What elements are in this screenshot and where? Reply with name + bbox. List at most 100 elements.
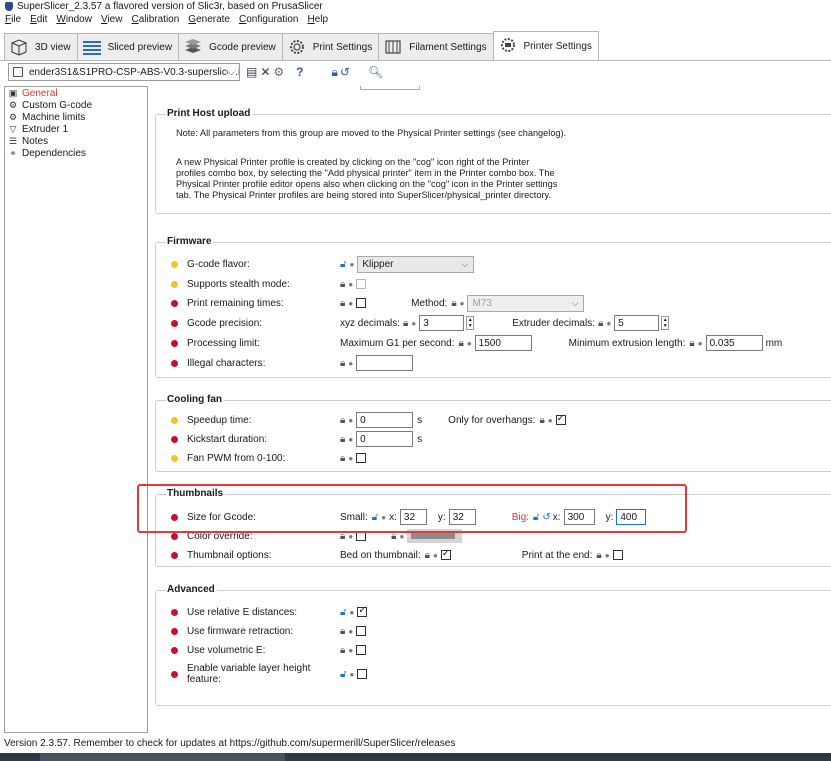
bullet-icon: ● (349, 669, 355, 679)
lock-icon[interactable]: 🔒︎ (425, 550, 430, 561)
menu-file[interactable]: File (5, 14, 21, 26)
lock-open-icon[interactable]: 🔓︎ (340, 259, 346, 270)
lock-icon[interactable]: 🔒︎ (598, 318, 603, 329)
color-swatch-fill (411, 533, 456, 539)
mode-dot-icon (171, 551, 178, 559)
tree-item-notes[interactable]: ☰ Notes (5, 135, 147, 147)
relative-e-checkbox[interactable] (357, 605, 368, 617)
taskbar-active-item[interactable] (40, 753, 285, 761)
lock-icon[interactable]: 🔒︎ (340, 358, 345, 369)
menu-configuration[interactable]: Configuration (239, 14, 299, 26)
tree-item-machine-limits[interactable]: ⚙ Machine limits (5, 111, 147, 123)
row-variable-layer-height: Enable variable layer height feature: 🔓︎… (171, 662, 370, 686)
bullet-icon: ● (411, 318, 417, 328)
lock-icon[interactable]: 🔒︎ (596, 550, 601, 561)
menu-calibration[interactable]: Calibration (131, 14, 179, 26)
print-at-end-checkbox[interactable] (612, 550, 623, 560)
method-select[interactable]: M73 ⌵ (467, 294, 585, 312)
illegal-characters-input[interactable] (356, 355, 414, 371)
menu-help[interactable]: Help (308, 14, 329, 26)
print-remaining-checkbox[interactable] (356, 298, 367, 308)
option-label-line1: Enable variable layer height (187, 663, 311, 674)
help-icon[interactable]: ? (296, 65, 303, 79)
undo-icon[interactable]: ↺ (340, 65, 350, 79)
tree-item-label: Machine limits (22, 111, 86, 123)
printer-preset-select[interactable]: ender3S1&S1PRO-CSP-ABS-V0.3-superslicer.… (8, 63, 240, 81)
window-title: SuperSlicer_2.3.57 a flavored version of… (17, 0, 323, 12)
speedup-time-input[interactable]: 0 (356, 412, 414, 428)
tree-item-general[interactable]: ▣ General (5, 87, 147, 99)
lock-icon[interactable]: 🔒︎ (403, 318, 408, 329)
settings-content: Print Host upload Note: All parameters f… (150, 86, 831, 733)
group-firmware: Firmware G-code flavor: 🔓︎ ● Klipper ⌵ S… (155, 236, 831, 378)
group-advanced: Advanced Use relative E distances: 🔓︎ ● … (155, 584, 831, 706)
lock-icon[interactable]: 🔒︎ (340, 453, 345, 464)
tree-item-extruder-1[interactable]: ▽ Extruder 1 (5, 123, 147, 135)
xyz-spinner[interactable]: ▲ ▼ (466, 316, 475, 330)
lock-open-icon[interactable]: 🔓︎ (340, 669, 346, 680)
lock-icon[interactable]: 🔒︎ (689, 338, 694, 349)
lock-icon[interactable]: 🔒︎ (340, 434, 345, 445)
bullet-icon: ● (348, 626, 354, 636)
tab-divider (0, 60, 831, 61)
group-title: Print Host upload (166, 108, 253, 119)
option-label: Speedup time: (187, 414, 252, 426)
delete-preset-icon[interactable]: ✕ (260, 65, 270, 79)
menu-window[interactable]: Window (56, 14, 92, 26)
menu-edit[interactable]: Edit (30, 14, 47, 26)
firmware-retraction-checkbox[interactable] (356, 626, 367, 636)
lock-icon[interactable]: 🔒︎ (539, 415, 544, 426)
tree-item-custom-gcode[interactable]: ⚙ Custom G-code (5, 99, 147, 111)
option-label: Kickstart duration: (187, 433, 268, 445)
save-preset-icon[interactable]: ▤ (246, 65, 257, 79)
overhangs-checkbox[interactable] (555, 413, 566, 425)
search-icon[interactable]: 🔍︎ (368, 65, 383, 79)
tab-printer-settings[interactable]: Printer Settings (492, 31, 599, 60)
stealth-mode-checkbox[interactable] (356, 279, 367, 289)
kickstart-duration-input[interactable]: 0 (356, 431, 414, 447)
lock-icon[interactable]: 🔒︎ (340, 626, 345, 637)
bed-on-thumbnail-checkbox[interactable] (440, 548, 451, 560)
tab-3d-view[interactable]: 3D view (4, 33, 78, 60)
mode-dot-icon (171, 532, 178, 540)
volumetric-e-checkbox[interactable] (356, 645, 367, 655)
tab-print-settings[interactable]: Print Settings (281, 33, 380, 60)
lock-icon[interactable]: 🔒︎ (451, 298, 456, 309)
max-g1-input[interactable]: 1500 (474, 335, 532, 351)
menu-generate[interactable]: Generate (188, 14, 230, 26)
min-extrusion-input[interactable]: 0.035 (705, 335, 763, 351)
gcode-flavor-value: Klipper (362, 258, 394, 270)
row-print-remaining: Print remaining times: 🔒︎ ● Method: 🔒︎ ●… (171, 294, 585, 312)
menu-view[interactable]: View (101, 14, 123, 26)
fan-pwm-checkbox[interactable] (356, 453, 367, 463)
bullet-icon: ● (348, 298, 354, 308)
bullet-icon: ● (348, 415, 354, 425)
tab-label: Print Settings (312, 41, 373, 53)
lock-icon[interactable]: 🔒︎ (332, 65, 338, 80)
row-stealth-mode: Supports stealth mode: 🔒︎ ● (171, 276, 369, 292)
unit-s: s (417, 433, 423, 445)
tab-gcode-preview[interactable]: Gcode preview (178, 33, 283, 60)
bullet-icon: ● (348, 453, 354, 463)
tab-sliced-preview[interactable]: Sliced preview (76, 33, 180, 60)
lock-icon[interactable]: 🔒︎ (459, 338, 464, 349)
lock-icon[interactable]: 🔒︎ (340, 279, 345, 290)
tab-filament-settings[interactable]: Filament Settings (378, 33, 494, 60)
stack-icon (182, 37, 204, 57)
tree-item-dependencies[interactable]: ⚭ Dependencies (5, 147, 147, 159)
lock-icon[interactable]: 🔒︎ (340, 298, 345, 309)
lock-icon[interactable]: 🔒︎ (340, 415, 345, 426)
settings-gear-icon[interactable]: ⚙ (273, 65, 284, 79)
bullet-icon: ● (697, 338, 703, 348)
extruder-decimals-input[interactable]: 5 (614, 315, 660, 331)
extruder-spinner[interactable]: ▲ ▼ (661, 316, 670, 330)
xyz-decimals-input[interactable]: 3 (419, 315, 465, 331)
lock-icon[interactable]: 🔒︎ (340, 645, 345, 656)
row-kickstart-duration: Kickstart duration: 🔒︎ ● 0 s (171, 431, 422, 447)
lock-open-icon[interactable]: 🔓︎ (340, 607, 346, 618)
option-label: Thumbnail options: (187, 549, 272, 561)
row-relative-e: Use relative E distances: 🔓︎ ● (171, 604, 370, 620)
variable-layer-height-checkbox[interactable] (357, 669, 368, 679)
mode-dot-icon (171, 670, 178, 678)
gcode-flavor-select[interactable]: Klipper ⌵ (357, 255, 475, 273)
